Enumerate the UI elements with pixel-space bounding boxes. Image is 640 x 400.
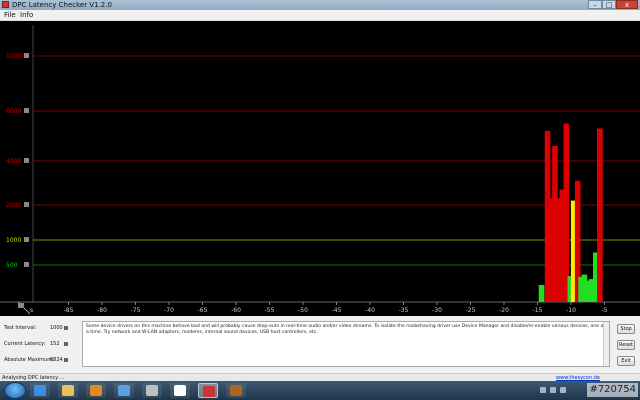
test-interval-unit-icon xyxy=(64,326,68,330)
x-tick-label: -5 xyxy=(602,307,608,314)
current-latency-unit-icon xyxy=(64,342,68,346)
latency-bar xyxy=(563,123,570,302)
title-bar: DPC Latency Checker V1.2.0 – □ x xyxy=(0,0,640,10)
latency-bar xyxy=(597,128,603,302)
x-tick-label: -25 xyxy=(466,307,476,314)
taskbar-button[interactable] xyxy=(226,383,246,398)
y-tick-unit-icon xyxy=(24,202,29,207)
x-tick-label: -55 xyxy=(265,307,275,314)
taskbar-button[interactable] xyxy=(114,383,134,398)
test-interval-value: 1000 xyxy=(50,325,63,331)
window-title: DPC Latency Checker V1.2.0 xyxy=(12,1,112,9)
taskbar-button[interactable] xyxy=(142,383,162,398)
y-tick-label: 10000 xyxy=(6,53,25,60)
current-latency-value: 152 xyxy=(50,341,60,347)
bottom-panel: Test Interval: 1000 Current Latency: 152… xyxy=(0,317,640,372)
y-tick-label: 6000 xyxy=(6,108,21,115)
message-text: Some device drivers on this machine beha… xyxy=(86,324,606,335)
x-tick-label: -10 xyxy=(566,307,576,314)
tray-volume-icon[interactable] xyxy=(560,387,566,393)
ie-icon xyxy=(34,385,46,396)
x-tick-label: -45 xyxy=(332,307,342,314)
y-tick-unit-icon xyxy=(24,53,29,58)
x-tick-label: -15 xyxy=(533,307,543,314)
y-tick-label: 500 xyxy=(6,262,18,269)
dpc-checker-icon xyxy=(203,386,215,397)
network-icon xyxy=(118,385,130,396)
latency-chart-svg: 10000 6000 4000 2000 1000 500 -85 -80 -75 -70 -65 -… xyxy=(0,25,640,315)
y-tick-unit-icon xyxy=(24,237,29,242)
x-tick-label: -60 xyxy=(231,307,241,314)
y-tick-label: 2000 xyxy=(6,202,21,209)
x-tick-label: -75 xyxy=(131,307,141,314)
corner-unit-icon xyxy=(18,303,24,308)
watermark-text: #720754 xyxy=(587,383,638,397)
menu-bar: File Info xyxy=(0,10,640,21)
x-tick-label: -80 xyxy=(97,307,107,314)
current-latency-label: Current Latency: xyxy=(4,341,46,347)
x-tick-label: -40 xyxy=(365,307,375,314)
x-tick-label: -50 xyxy=(298,307,308,314)
latency-chart: 10000 6000 4000 2000 1000 500 -85 -80 -75 -70 -65 -… xyxy=(0,21,640,316)
absolute-max-value: 6824 xyxy=(50,357,63,363)
x-tick-label: -35 xyxy=(399,307,409,314)
reset-button[interactable]: Reset xyxy=(617,340,635,350)
stop-button[interactable]: Stop xyxy=(617,324,635,334)
message-scrollbar[interactable] xyxy=(603,322,609,366)
test-interval-label: Test Interval: xyxy=(4,325,37,331)
explorer-icon xyxy=(62,385,74,396)
latency-bar xyxy=(538,284,545,302)
taskbar-button[interactable] xyxy=(58,383,78,398)
x-tick-label: -70 xyxy=(164,307,174,314)
menu-info[interactable]: Info xyxy=(20,10,33,20)
window-controls: – □ x xyxy=(588,0,638,9)
absolute-max-unit-icon xyxy=(64,358,68,362)
y-tick-unit-icon xyxy=(24,262,29,267)
y-tick-unit-icon xyxy=(24,108,29,113)
taskbar xyxy=(0,381,640,400)
y-tick-label: 1000 xyxy=(6,237,21,244)
y-tick-label: 4000 xyxy=(6,158,21,165)
taskbar-button[interactable] xyxy=(86,383,106,398)
menu-file[interactable]: File xyxy=(4,10,16,20)
taskbar-button[interactable] xyxy=(30,383,50,398)
tray-network-icon[interactable] xyxy=(550,387,556,393)
x-tick-label: -85 xyxy=(64,307,74,314)
corner-label: s xyxy=(30,307,33,314)
taskbar-button[interactable] xyxy=(198,383,218,398)
absolute-max-label: Absolute Maximum: xyxy=(4,357,54,363)
x-tick-label: -30 xyxy=(432,307,442,314)
maximize-button[interactable]: □ xyxy=(602,0,616,9)
app-icon xyxy=(2,1,9,8)
x-tick-label: -20 xyxy=(499,307,509,314)
shield-app-icon xyxy=(174,385,186,396)
close-button[interactable]: x xyxy=(616,0,638,9)
x-tick-label: -65 xyxy=(198,307,208,314)
start-button[interactable] xyxy=(4,382,26,399)
taskbar-button[interactable] xyxy=(170,383,190,398)
winamp-icon xyxy=(146,385,158,396)
y-tick-unit-icon xyxy=(24,158,29,163)
media-player-icon xyxy=(90,385,102,396)
app-dark-icon xyxy=(230,385,242,396)
message-box[interactable]: Some device drivers on this machine beha… xyxy=(82,321,610,367)
exit-button[interactable]: Exit xyxy=(617,356,635,366)
tray-flag-icon[interactable] xyxy=(540,387,546,393)
minimize-button[interactable]: – xyxy=(588,0,602,9)
